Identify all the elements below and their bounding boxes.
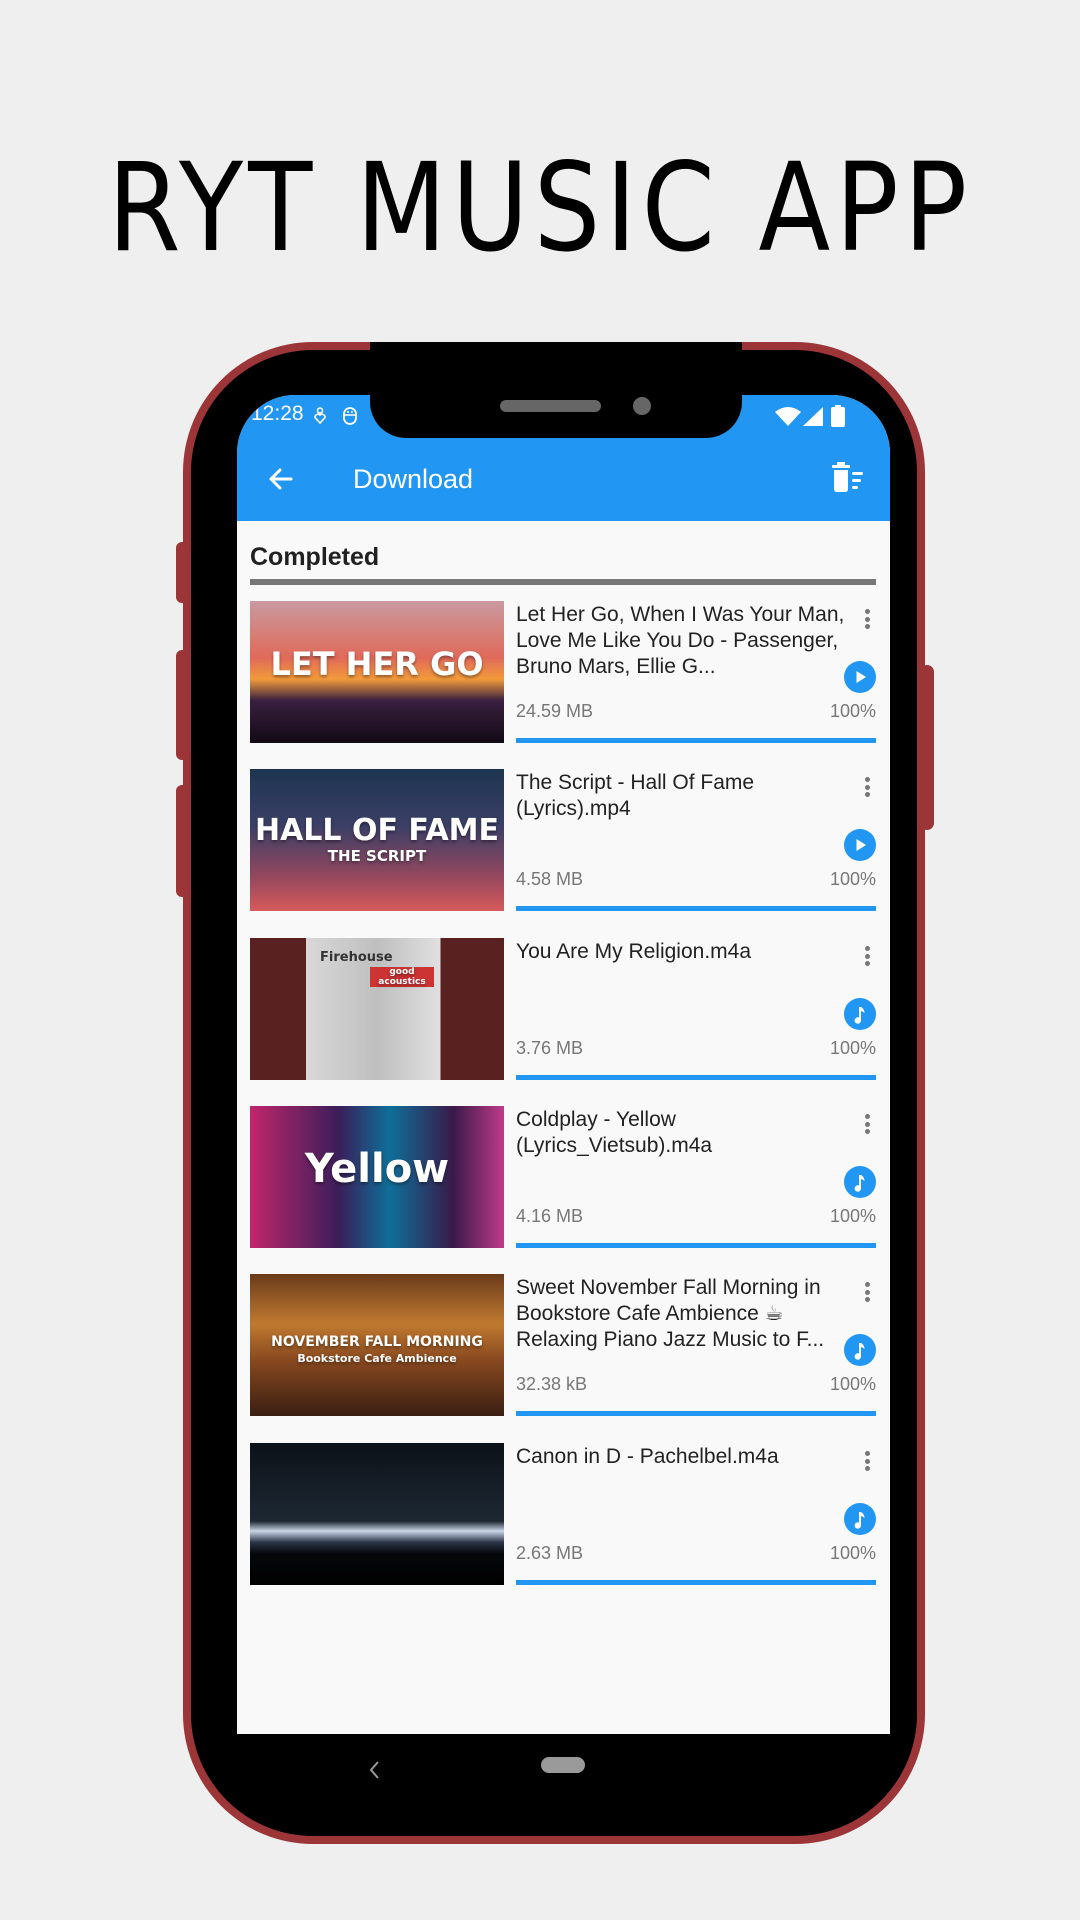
download-title: Coldplay - Yellow (Lyrics_Vietsub).m4a	[516, 1108, 713, 1157]
thumbnail: Firehouse good acoustics	[250, 938, 504, 1080]
download-item[interactable]: NOVEMBER FALL MORNING Bookstore Cafe Amb…	[250, 1274, 876, 1420]
download-percent: 100%	[829, 1374, 876, 1394]
music-button[interactable]	[844, 1166, 876, 1198]
battery-icon	[831, 405, 845, 427]
thumbnail: Yellow	[250, 1106, 504, 1248]
thumbnail-title: LET HER GO	[270, 645, 484, 683]
phone-speaker	[500, 400, 601, 412]
download-progress-fill	[516, 1580, 876, 1585]
signal-icon	[803, 407, 823, 426]
file-size: 24.59 MB	[516, 701, 594, 721]
download-progress-fill	[516, 738, 876, 743]
download-percent: 100%	[829, 701, 876, 721]
play-button[interactable]	[844, 661, 876, 693]
more-options-button[interactable]	[860, 946, 874, 974]
download-percent: 100%	[829, 1543, 876, 1563]
arrow-back-icon	[269, 468, 293, 490]
thumbnail-title: Firehouse	[320, 950, 393, 965]
download-title: Sweet November Fall Morning in Bookstore…	[516, 1276, 825, 1351]
music-note-icon	[854, 1512, 865, 1529]
download-progress-bar	[516, 1580, 876, 1585]
phone-bezel: 12:28 Download Completed LET HER GO Let …	[191, 350, 917, 1836]
download-item[interactable]: Yellow Coldplay - Yellow (Lyrics_Vietsub…	[250, 1106, 876, 1252]
music-button[interactable]	[844, 1334, 876, 1366]
file-size: 4.16 MB	[516, 1206, 584, 1226]
download-title: The Script - Hall Of Fame (Lyrics).mp4	[516, 771, 755, 820]
music-note-icon	[854, 1175, 865, 1192]
promo-title: RYT MUSIC APP	[107, 137, 973, 279]
status-time: 12:28	[251, 402, 304, 425]
download-item[interactable]: HALL OF FAME THE SCRIPT The Script - Hal…	[250, 769, 876, 915]
back-button[interactable]	[261, 459, 301, 499]
download-progress-fill	[516, 1243, 876, 1248]
download-progress-fill	[516, 1075, 876, 1080]
download-item[interactable]: Firehouse good acoustics You Are My Reli…	[250, 938, 876, 1084]
download-progress-bar	[516, 906, 876, 911]
music-button[interactable]	[844, 998, 876, 1030]
file-size: 3.76 MB	[516, 1038, 584, 1058]
download-title: You Are My Religion.m4a	[516, 940, 752, 963]
delete-sweep-icon	[832, 462, 863, 492]
file-size: 2.63 MB	[516, 1543, 584, 1563]
page-title: Download	[353, 464, 474, 494]
music-button[interactable]	[844, 1503, 876, 1535]
thumbnail: HALL OF FAME THE SCRIPT	[250, 769, 504, 911]
nav-back-icon	[369, 1761, 379, 1779]
more-options-button[interactable]	[860, 609, 874, 637]
thumbnail-subtitle: THE SCRIPT	[327, 847, 427, 865]
download-progress-fill	[516, 906, 876, 911]
more-options-button[interactable]	[860, 777, 874, 805]
download-progress-bar	[516, 738, 876, 743]
thumbnail-title: NOVEMBER FALL MORNING	[271, 1334, 483, 1350]
download-title: Canon in D - Pachelbel.m4a	[516, 1445, 779, 1468]
phone-notch	[370, 342, 742, 438]
app-screen: 12:28 Download Completed LET HER GO Let …	[237, 395, 890, 1734]
notification-icon	[314, 407, 326, 425]
delete-all-button[interactable]	[829, 461, 869, 497]
section-divider	[250, 579, 876, 585]
music-note-icon	[854, 1007, 865, 1024]
thumbnail: NOVEMBER FALL MORNING Bookstore Cafe Amb…	[250, 1274, 504, 1416]
download-title: Let Her Go, When I Was Your Man, Love Me…	[516, 603, 845, 678]
thumbnail	[250, 1443, 504, 1585]
download-progress-bar	[516, 1411, 876, 1416]
more-options-button[interactable]	[860, 1114, 874, 1142]
download-item[interactable]: Canon in D - Pachelbel.m4a 2.63 MB 100%	[250, 1443, 876, 1589]
thumbnail-subtitle: good acoustics	[370, 967, 434, 987]
assistant-icon	[343, 407, 357, 425]
download-percent: 100%	[829, 1206, 876, 1226]
wifi-icon	[775, 407, 801, 426]
more-options-button[interactable]	[860, 1451, 874, 1479]
download-progress-bar	[516, 1243, 876, 1248]
thumbnail-title: Yellow	[304, 1146, 450, 1192]
play-icon	[856, 671, 866, 683]
phone-camera	[633, 397, 651, 415]
nav-home-button[interactable]	[541, 1757, 585, 1773]
download-percent: 100%	[829, 869, 876, 889]
download-progress-bar	[516, 1075, 876, 1080]
file-size: 4.58 MB	[516, 869, 584, 889]
play-icon	[856, 839, 866, 851]
download-item[interactable]: LET HER GO Let Her Go, When I Was Your M…	[250, 601, 876, 747]
thumbnail-title: HALL OF FAME	[254, 813, 500, 848]
file-size: 32.38 kB	[516, 1374, 588, 1394]
music-note-icon	[854, 1343, 865, 1360]
nav-back-button[interactable]	[365, 1759, 383, 1781]
thumbnail: LET HER GO	[250, 601, 504, 743]
more-options-button[interactable]	[860, 1282, 874, 1310]
phone-frame: 12:28 Download Completed LET HER GO Let …	[183, 342, 925, 1844]
section-completed-label: Completed	[250, 543, 380, 571]
download-percent: 100%	[829, 1038, 876, 1058]
thumbnail-subtitle: Bookstore Cafe Ambience	[297, 1352, 457, 1365]
play-button[interactable]	[844, 829, 876, 861]
download-progress-fill	[516, 1411, 876, 1416]
